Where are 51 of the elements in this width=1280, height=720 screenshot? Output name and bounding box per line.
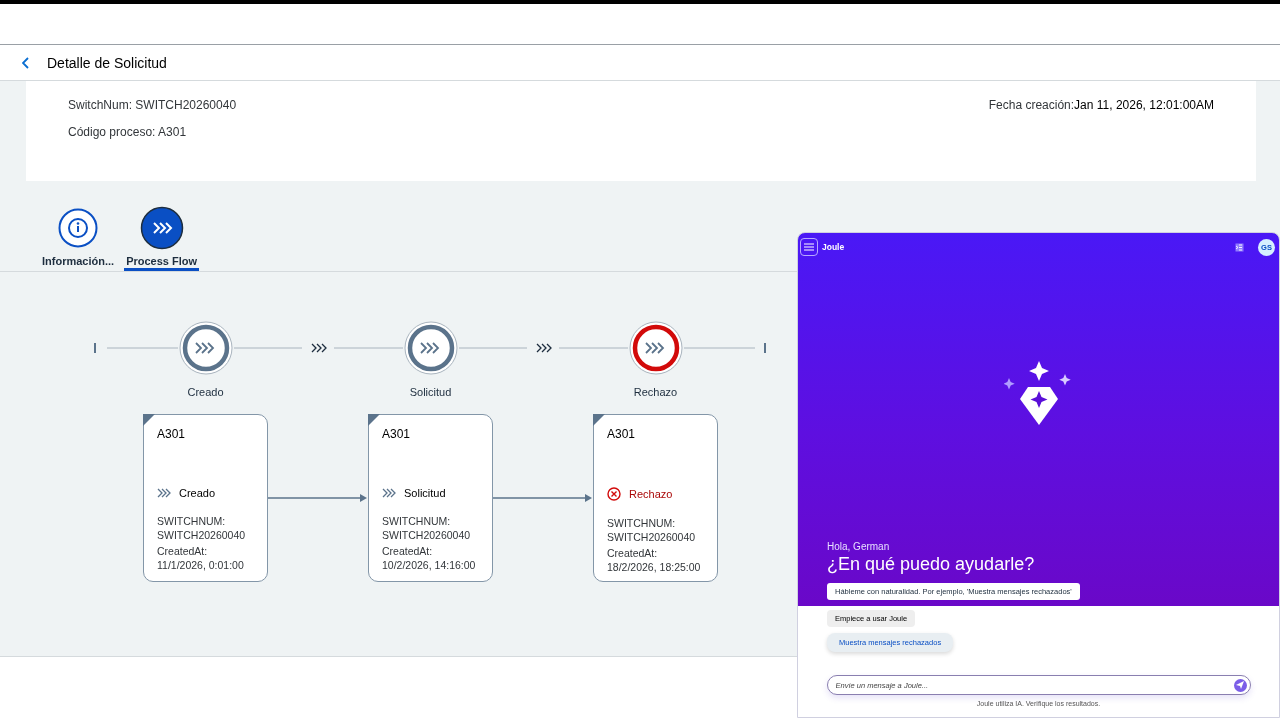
document-card[interactable]: A301 Creado SWITCHNUM: SWITCH20260040 CreatedAt: 11/1/2026, 0:01:00 [143, 414, 268, 582]
back-icon [22, 56, 30, 69]
welcome-heading: ¿En qué puedo ayudarle? [827, 554, 1036, 575]
corner-fold [368, 414, 380, 426]
card-text: SWITCH20260040 [382, 528, 472, 542]
collapse-icon[interactable] [1235, 242, 1244, 252]
node-label: Solicitud [409, 386, 452, 398]
field-value: Jan 11, 2026, 12:01:00AM [1074, 98, 1214, 112]
document-card[interactable]: A301 Solicitud SWITCHNUM: SWITCH20260040 CreatedAt: 10/2/2026, 14:16:00 [368, 414, 493, 582]
card-title: A301 [607, 427, 637, 441]
corner-fold [593, 414, 605, 426]
chevrons-icon [139, 206, 184, 250]
document-card[interactable]: A301 Rechazo SWITCHNUM: SWITCH20260040 CreatedAt: 18/2/2026, 18:25:00 [593, 414, 718, 582]
card-status: Creado [179, 487, 216, 499]
panel-title: Joule [822, 242, 845, 252]
card-text: 11/1/2026, 0:01:00 [157, 558, 245, 572]
info-field: SwitchNum: SWITCH20260040 [68, 98, 237, 112]
card-text: CreatedAt: [382, 545, 434, 559]
card-status: Solicitud [404, 487, 446, 499]
chevrons-icon [157, 488, 171, 498]
icon-tab[interactable]: Process Flow [124, 181, 200, 271]
greeting-text: Hola, German [827, 541, 891, 552]
error-icon [607, 487, 621, 501]
chevrons-icon [382, 488, 396, 498]
node-label: Creado [187, 386, 224, 398]
card-text: CreatedAt: [607, 547, 659, 561]
card-title: A301 [382, 427, 412, 441]
menu-button[interactable] [800, 238, 818, 256]
card-text: 18/2/2026, 18:25:00 [607, 560, 702, 574]
field-label: Fecha creación: [988, 98, 1075, 112]
chevrons-icon [536, 343, 552, 353]
info-icon [58, 208, 99, 248]
card-text: SWITCH20260040 [607, 530, 697, 544]
corner-fold [143, 414, 155, 426]
chevrons-icon [311, 343, 327, 353]
card-text: SWITCHNUM: [607, 517, 677, 531]
card-status: Rechazo [629, 488, 673, 500]
icon-tab[interactable]: Información... [40, 181, 117, 271]
process-node[interactable] [179, 321, 233, 375]
card-text: SWITCHNUM: [157, 515, 227, 529]
card-text: SWITCH20260040 [157, 528, 247, 542]
node-label: Rechazo [633, 386, 678, 398]
process-node[interactable] [629, 321, 683, 375]
menu-icon [804, 243, 814, 251]
info-field: Código proceso: A301 [68, 125, 237, 139]
card-text: 10/2/2026, 14:16:00 [382, 558, 477, 572]
card-text: SWITCHNUM: [382, 515, 452, 529]
process-node[interactable] [404, 321, 458, 375]
card-text: CreatedAt: [157, 545, 209, 559]
page-title: Detalle de Solicitud [47, 54, 167, 71]
card-title: A301 [157, 427, 187, 441]
